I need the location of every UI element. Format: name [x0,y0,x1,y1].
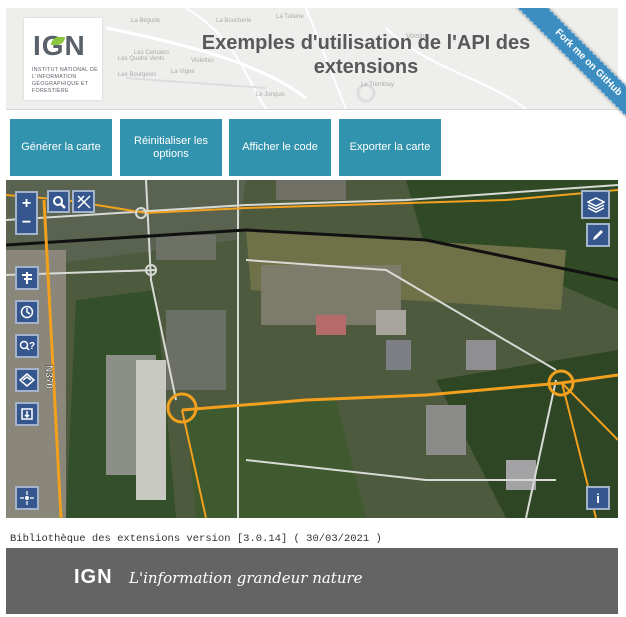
header-map-label: Le Jonquis [256,92,285,98]
isochrone-button[interactable] [15,300,39,324]
header-map-label: Les Quatre Vents [118,56,164,62]
search-button[interactable] [47,190,70,213]
isochrone-icon [20,305,34,319]
route-button[interactable] [15,266,39,290]
footer-ign-logo[interactable]: IGN [74,566,113,589]
zoom-out-button[interactable]: − [17,213,36,232]
export-map-button[interactable]: Exporter la carte [339,119,441,176]
info-icon: i [596,490,600,506]
header-map-label: La Bégude [131,18,161,24]
pencil-icon [593,230,603,240]
footer-tagline: L'information grandeur nature [129,569,363,587]
header-map-label: Le Tremblay [361,82,394,88]
mouse-position-button[interactable] [15,486,39,510]
reverse-geocode-icon: ? [19,340,35,352]
header-map-label: La Boucherie [216,18,252,24]
edit-button[interactable] [586,223,610,247]
github-ribbon[interactable]: Fork me on GitHub [493,8,626,128]
ign-logo-subtitle: INSTITUT NATIONAL DE L'INFORMATION GÉOGR… [32,67,98,94]
header-map-label: Les Bourgeois [118,72,156,78]
ign-logo-text: IGN [33,30,86,61]
search-icon [52,195,66,209]
layers-icon [586,196,605,213]
map-viewer[interactable]: N370 + − ? i [6,180,618,518]
elevation-button[interactable] [15,368,39,392]
svg-text:?: ? [29,341,35,352]
reset-options-button[interactable]: Réinitialiser les options [120,119,222,176]
header-map-label: La Tuilerie [276,14,304,20]
info-button[interactable]: i [586,486,610,510]
elevation-icon [19,373,35,387]
layer-import-button[interactable] [15,402,39,426]
reverse-geocode-button[interactable]: ? [15,334,39,358]
drawing-icon [76,194,91,209]
road-label: N370 [43,365,54,389]
layer-import-icon [21,408,33,420]
page-footer: IGN L'information grandeur nature [6,548,618,614]
zoom-control: + − [15,191,38,235]
mouse-position-icon [20,491,34,505]
ign-logo[interactable]: IGN INSTITUT NATIONAL DE L'INFORMATION G… [24,18,102,100]
route-icon [22,272,32,284]
generate-map-button[interactable]: Générer la carte [10,119,112,176]
version-text: Bibliothèque des extensions version [3.0… [10,533,382,545]
header-map-label: Les Cerisiers [134,50,169,56]
zoom-in-button[interactable]: + [17,194,36,213]
layers-button[interactable] [581,190,610,219]
drawing-button[interactable] [72,190,95,213]
github-ribbon-label[interactable]: Fork me on GitHub [513,8,626,128]
show-code-button[interactable]: Afficher le code [229,119,331,176]
satellite-imagery[interactable]: N370 [6,180,618,518]
